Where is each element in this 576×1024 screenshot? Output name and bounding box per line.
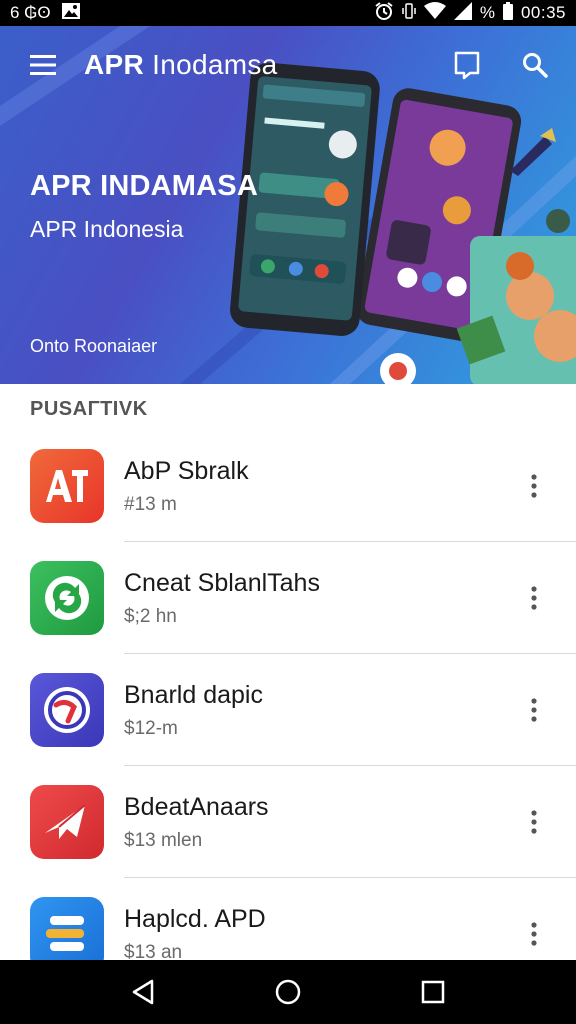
app-name: Cneat SblanlTahs — [124, 568, 320, 597]
more-vert-icon[interactable] — [522, 466, 546, 506]
wifi-icon — [423, 1, 446, 25]
hero-banner[interactable]: APR Inodamsa APR INDAMASA APR Indonesia … — [0, 26, 576, 384]
back-icon[interactable] — [113, 962, 173, 1022]
paper-plane-icon — [30, 785, 104, 859]
toolbar: APR Inodamsa — [0, 26, 576, 104]
app-price: $12-m — [124, 717, 178, 739]
refresh-arrows-icon — [30, 561, 104, 635]
navigation-bar — [0, 960, 576, 1024]
section-label: PUSAΓΤΙVK — [30, 398, 148, 420]
ap-logo-icon — [30, 449, 104, 523]
status-left-text: 6 ₲ʘ — [10, 3, 51, 22]
list-item[interactable]: Bnarld dapic $12-m — [0, 654, 576, 766]
list-item[interactable]: BdeatAnaars $13 mlen — [0, 766, 576, 878]
alarm-icon — [374, 1, 394, 26]
app-name: BdeatAnaars — [124, 792, 269, 821]
battery-icon — [502, 1, 513, 25]
app-price: $13 mlen — [124, 829, 203, 851]
hero-subtitle: APR Indonesia — [30, 216, 184, 242]
app-name: Bnarld dapic — [124, 680, 263, 709]
recents-icon[interactable] — [403, 962, 463, 1022]
status-clock: 00:35 — [520, 3, 566, 22]
app-title: APR Inodamsa — [84, 49, 278, 81]
bookmark-icon[interactable] — [444, 42, 490, 88]
menu-icon[interactable] — [18, 40, 68, 90]
app-list: AbP Sbralk #13 m Cneat SblanlTahs $;2 hn… — [0, 430, 576, 990]
app-price: #13 m — [124, 493, 177, 515]
more-vert-icon[interactable] — [522, 690, 546, 730]
app-price: $;2 hn — [124, 605, 177, 627]
more-vert-icon[interactable] — [522, 578, 546, 618]
hero-footer: Onto Roonaiaer — [30, 336, 158, 356]
signal-icon — [453, 1, 472, 25]
image-icon — [61, 2, 81, 25]
more-vert-icon[interactable] — [522, 802, 546, 842]
app-name: Haplcd. APD — [124, 904, 266, 933]
circle-swirl-icon — [30, 673, 104, 747]
hero-headline: APR INDAMASA — [30, 170, 258, 202]
home-icon[interactable] — [258, 962, 318, 1022]
battery-percent: % — [479, 3, 495, 22]
list-item[interactable]: AbP Sbralk #13 m — [0, 430, 576, 542]
more-vert-icon[interactable] — [522, 914, 546, 954]
app-title-bold: APR — [84, 49, 145, 80]
search-icon[interactable] — [512, 42, 558, 88]
list-item[interactable]: Cneat SblanlTahs $;2 hn — [0, 542, 576, 654]
app-name: AbP Sbralk — [124, 456, 249, 485]
vibrate-icon — [402, 2, 416, 25]
app-title-rest: Inodamsa — [152, 49, 278, 80]
status-bar: 6 ₲ʘ % 00:35 — [0, 0, 576, 26]
